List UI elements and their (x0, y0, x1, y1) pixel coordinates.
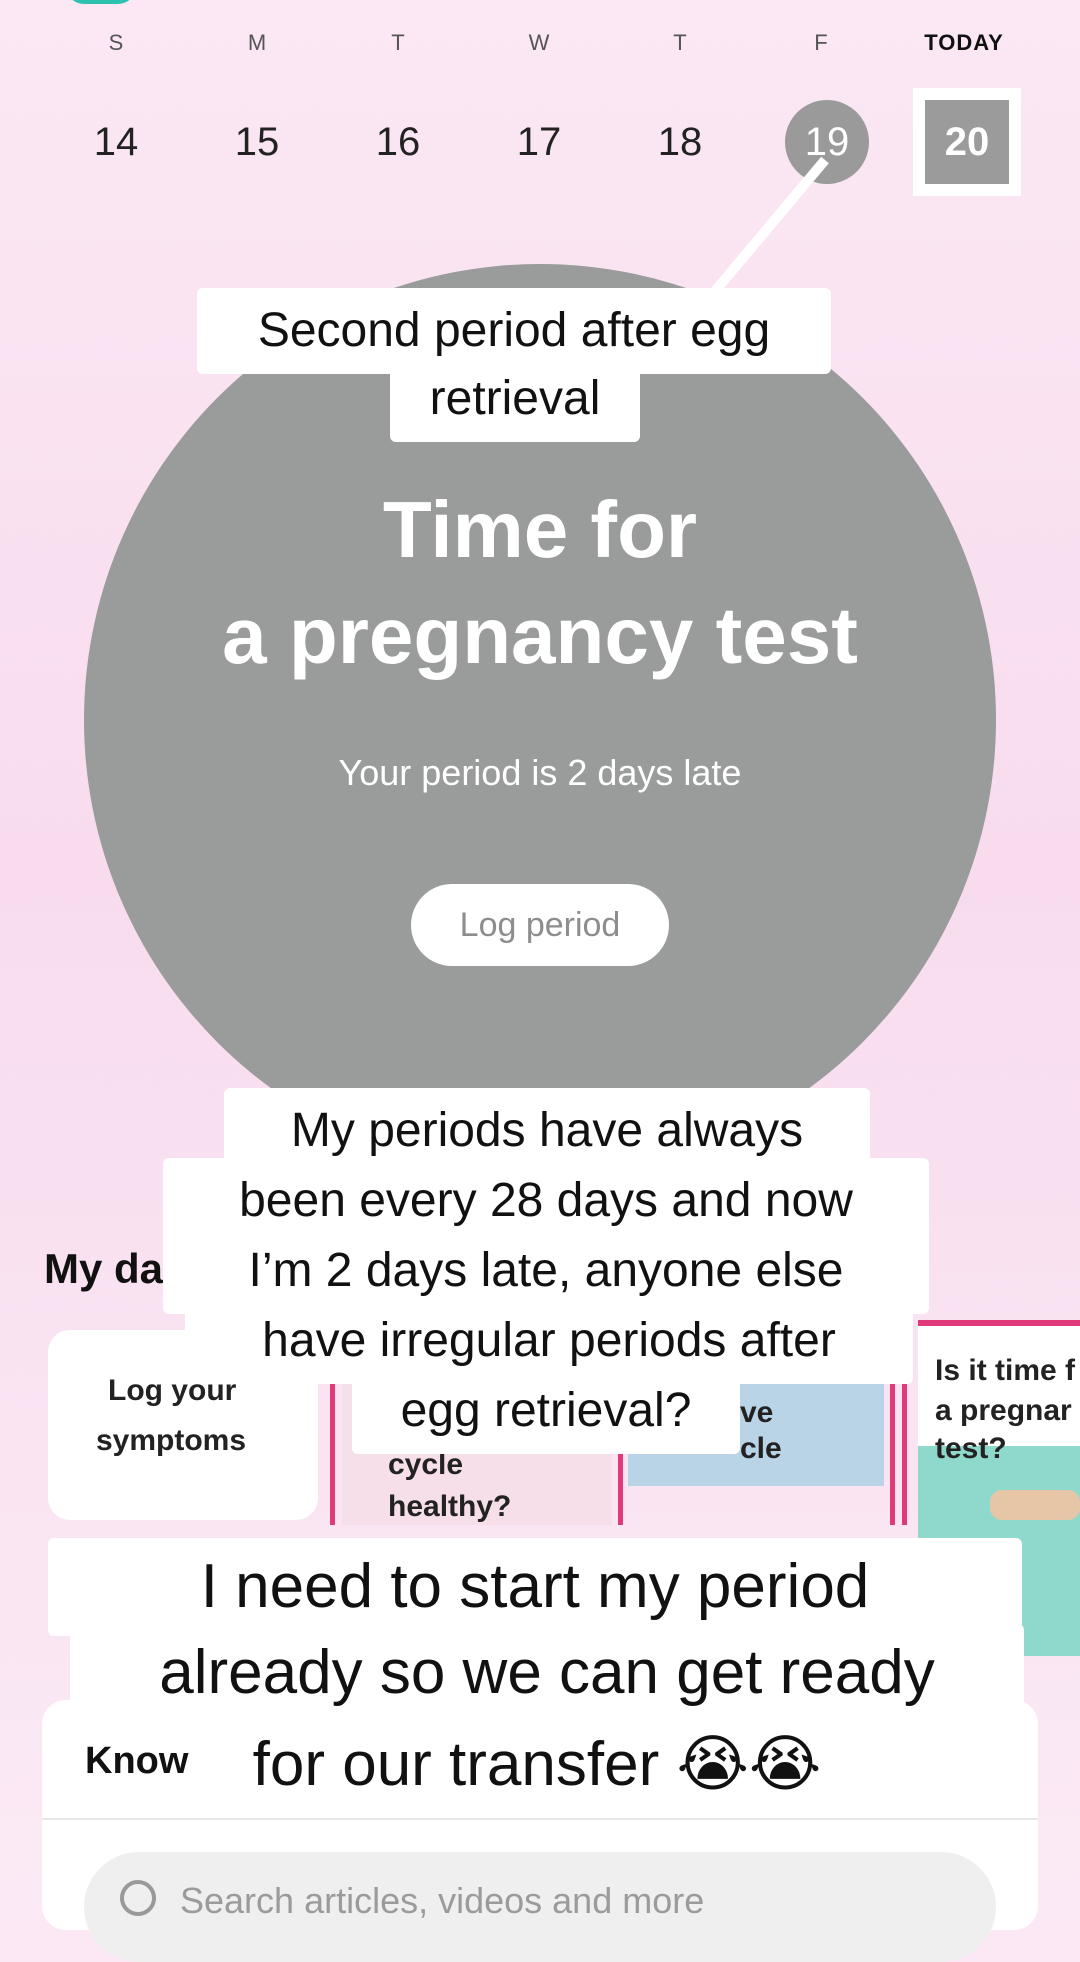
today-connector (708, 156, 829, 298)
weekday-label-tue: T (391, 30, 405, 55)
caption-bottom-line3: for our transfer 😭😭 (205, 1716, 869, 1814)
caption-bottom-line2: already so we can get ready (70, 1624, 1024, 1722)
search-icon (120, 1880, 156, 1916)
day-18[interactable]: 18 (638, 100, 722, 184)
card-stripe (330, 1380, 335, 1525)
weekday-label-mon: M (247, 30, 267, 55)
day-19[interactable]: 19 (785, 100, 869, 184)
weekday-label-today: TODAY (924, 30, 1004, 55)
day-16[interactable]: 16 (356, 100, 440, 184)
divider (42, 1818, 1038, 1820)
search-placeholder: Search articles, videos and more (180, 1880, 705, 1921)
card-pregnancy-test-line3: test? (935, 1432, 1007, 1465)
card-pregnancy-test-line2: a pregnar (935, 1394, 1072, 1427)
caption-top-line2: retrieval (390, 356, 640, 442)
day-14[interactable]: 14 (74, 100, 158, 184)
weekday-label-wed: W (528, 30, 550, 55)
pregnancy-test-illustration (990, 1490, 1080, 1520)
card-pregnancy-test-line1: Is it time f (935, 1354, 1076, 1387)
logo-dot (66, 0, 136, 4)
know-heading: Know (85, 1740, 189, 1782)
weekday-label-thu: T (673, 30, 687, 55)
day-15[interactable]: 15 (215, 100, 299, 184)
weekday-label-sun: S (108, 30, 124, 55)
day-17[interactable]: 17 (497, 100, 581, 184)
log-period-button[interactable]: Log period (411, 884, 669, 966)
card-stripe (890, 1380, 895, 1525)
card-log-symptoms-line2: symptoms (96, 1424, 247, 1457)
circle-subtitle: Your period is 2 days late (338, 752, 742, 793)
day-20-today[interactable]: 20 (925, 100, 1009, 184)
circle-title-line1: Time for (382, 485, 698, 574)
caption-middle-line5: egg retrieval? (352, 1368, 740, 1454)
card-stripe (902, 1380, 907, 1525)
card-cycle-line2: cle (740, 1432, 782, 1465)
card-cycle-healthy-line2: healthy? (388, 1490, 512, 1523)
circle-title-line2: a pregnancy test (222, 591, 858, 680)
weekday-label-fri: F (814, 30, 828, 55)
card-cycle-line1: ve (740, 1396, 774, 1429)
my-data-heading: My da (44, 1245, 164, 1292)
caption-bottom-line1: I need to start my period (48, 1538, 1022, 1636)
